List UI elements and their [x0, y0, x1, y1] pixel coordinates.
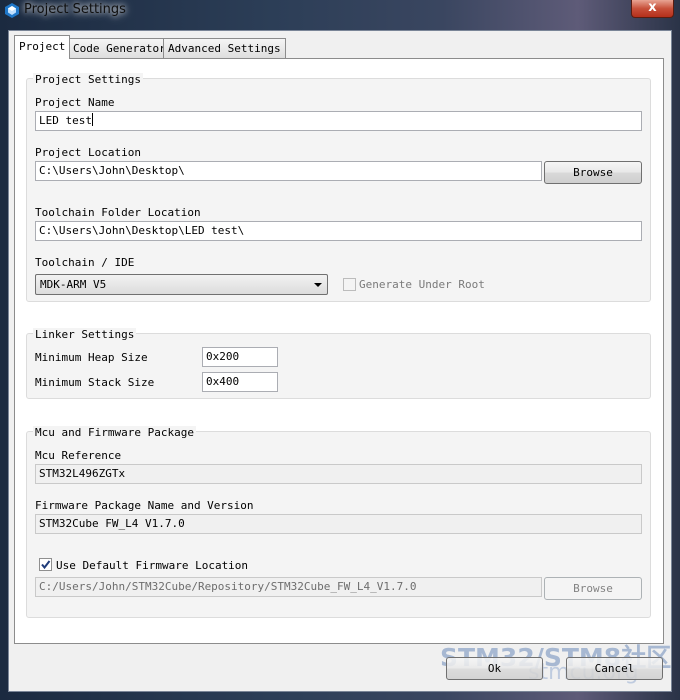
- firmware-package-field: STM32Cube FW_L4 V1.7.0: [35, 514, 642, 534]
- chevron-down-icon: [314, 283, 322, 287]
- mcu-reference-field: STM32L496ZGTx: [35, 464, 642, 484]
- linker-settings-group: Linker Settings: [26, 328, 651, 399]
- tab-project[interactable]: Project: [14, 35, 71, 59]
- generate-under-root-checkbox[interactable]: [343, 278, 356, 291]
- generate-under-root-label: Generate Under Root: [359, 278, 485, 291]
- firmware-package-label: Firmware Package Name and Version: [35, 499, 254, 512]
- checkmark-icon: [41, 560, 51, 570]
- cancel-button[interactable]: Cancel: [566, 657, 663, 680]
- toolchain-folder-label: Toolchain Folder Location: [35, 206, 201, 219]
- stack-size-input[interactable]: 0x400: [202, 372, 278, 392]
- text-caret: [91, 113, 93, 126]
- tab-advanced-settings[interactable]: Advanced Settings: [163, 38, 286, 58]
- group-title: Linker Settings: [33, 328, 137, 341]
- toolchain-ide-selected: MDK-ARM V5: [40, 278, 107, 291]
- group-title: Project Settings: [33, 73, 143, 86]
- window-title: Project Settings: [24, 2, 126, 17]
- project-location-label: Project Location: [35, 146, 141, 159]
- toolchain-folder-input[interactable]: C:\Users\John\Desktop\LED test\: [35, 221, 642, 241]
- project-location-input[interactable]: C:\Users\John\Desktop\: [35, 161, 542, 181]
- project-name-label: Project Name: [35, 96, 115, 109]
- use-default-firmware-checkbox[interactable]: [39, 558, 52, 571]
- title-bar[interactable]: Project Settings x: [0, 0, 680, 22]
- tab-code-generator[interactable]: Code Generator: [68, 38, 171, 58]
- project-name-value: LED test: [39, 114, 92, 127]
- firmware-location-input[interactable]: C:/Users/John/STM32Cube/Repository/STM32…: [35, 577, 542, 597]
- stack-size-label: Minimum Stack Size: [35, 376, 155, 389]
- project-location-browse-button[interactable]: Browse: [544, 161, 642, 184]
- toolchain-ide-label: Toolchain / IDE: [35, 256, 135, 269]
- close-icon: x: [648, 0, 657, 15]
- toolchain-ide-select[interactable]: MDK-ARM V5: [35, 274, 328, 295]
- heap-size-input[interactable]: 0x200: [202, 347, 278, 367]
- firmware-location-browse-button[interactable]: Browse: [544, 577, 642, 600]
- stm32cube-app-icon: [5, 3, 19, 18]
- dialog-window: Project Settings x Project Code Generato…: [0, 0, 680, 700]
- project-name-input[interactable]: LED test: [35, 111, 642, 131]
- heap-size-label: Minimum Heap Size: [35, 351, 148, 364]
- ok-button[interactable]: Ok: [446, 657, 543, 680]
- mcu-reference-label: Mcu Reference: [35, 449, 122, 462]
- use-default-firmware-label: Use Default Firmware Location: [56, 559, 249, 572]
- close-button[interactable]: x: [631, 0, 674, 18]
- group-title: Mcu and Firmware Package: [33, 426, 196, 439]
